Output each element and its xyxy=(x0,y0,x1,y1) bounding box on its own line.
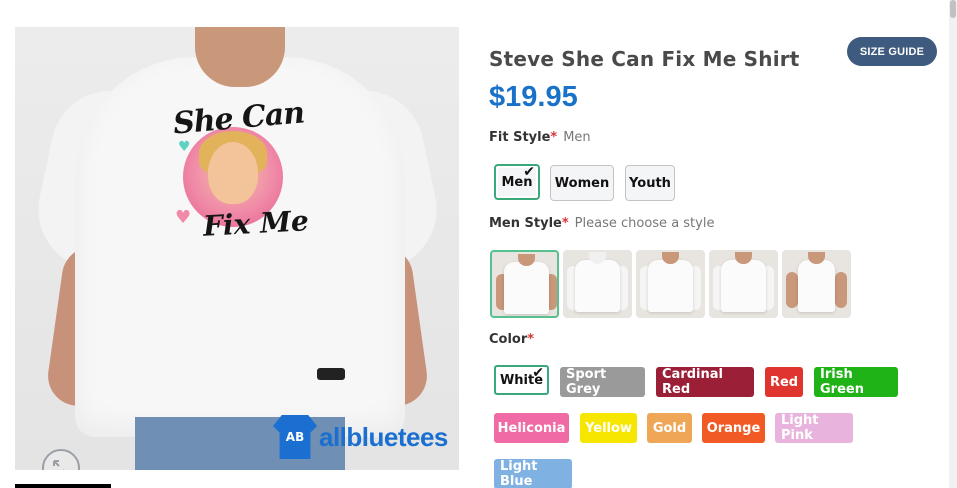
heart-icon: ♥ xyxy=(175,207,192,228)
thumbnail-indicator[interactable] xyxy=(15,484,111,488)
men-style-placeholder: Please choose a style xyxy=(574,216,715,231)
color-label-row: Color* xyxy=(489,332,534,347)
style-option-tshirt[interactable] xyxy=(490,250,559,318)
color-option-label: Sport Grey xyxy=(566,367,607,397)
scrollbar-thumb[interactable] xyxy=(950,0,956,18)
color-option-white[interactable]: White ✔ xyxy=(494,365,549,395)
print-text-bottom: Fix Me xyxy=(202,204,310,243)
color-label: Color xyxy=(489,332,528,347)
color-option-label: Gold xyxy=(652,420,687,436)
thumb-shirt xyxy=(798,260,835,312)
product-image[interactable]: ♥ ♥ She Can Fix Me AB allbluetees xyxy=(15,27,459,470)
style-option-hoodie[interactable] xyxy=(563,250,632,318)
required-mark: * xyxy=(550,130,558,145)
color-option-red[interactable]: Red xyxy=(765,367,803,397)
fit-option-label: Youth xyxy=(629,175,671,191)
color-option-label: Light Pink xyxy=(781,413,819,443)
thumb-shirt xyxy=(575,260,620,312)
color-option-label: Light Blue xyxy=(500,459,538,488)
page-scrollbar[interactable] xyxy=(949,0,957,488)
color-option-heliconia[interactable]: Heliconia xyxy=(494,413,569,443)
thumb-arm xyxy=(786,272,798,308)
color-option-label: Cardinal Red xyxy=(662,367,723,397)
fit-option-women[interactable]: Women xyxy=(550,165,614,201)
check-icon: ✔ xyxy=(523,164,535,180)
color-option-label: Irish Green xyxy=(820,367,864,397)
thumb-shirt xyxy=(504,262,549,314)
color-option-sport-grey[interactable]: Sport Grey xyxy=(560,367,645,397)
style-option-long-sleeve[interactable] xyxy=(709,250,778,318)
men-style-label-row: Men Style* Please choose a style xyxy=(489,216,714,231)
color-option-gold[interactable]: Gold xyxy=(647,413,692,443)
color-option-yellow[interactable]: Yellow xyxy=(580,413,637,443)
color-option-label: Heliconia xyxy=(497,420,566,436)
style-option-sweatshirt[interactable] xyxy=(636,250,705,318)
required-mark: * xyxy=(527,332,535,347)
color-option-orange[interactable]: Orange xyxy=(702,413,765,443)
color-option-label: Red xyxy=(769,374,799,390)
zoom-expand-icon-svg xyxy=(53,460,69,470)
fit-style-label: Fit Style xyxy=(489,130,551,145)
check-icon: ✔ xyxy=(532,365,544,381)
men-style-label: Men Style xyxy=(489,216,562,231)
fit-style-label-row: Fit Style* Men xyxy=(489,130,591,145)
heart-icon: ♥ xyxy=(178,139,191,155)
product-price: $19.95 xyxy=(489,81,578,113)
color-option-cardinal-red[interactable]: Cardinal Red xyxy=(656,367,754,397)
fit-style-selected-value: Men xyxy=(563,130,591,145)
wristwatch xyxy=(317,368,345,380)
color-option-label: Yellow xyxy=(585,420,632,436)
brand-logo-icon: AB xyxy=(273,415,317,459)
brand-watermark: AB allbluetees xyxy=(273,415,448,459)
product-title: Steve She Can Fix Me Shirt xyxy=(489,47,800,71)
fit-option-men[interactable]: Men ✔ xyxy=(494,164,540,200)
color-option-light-pink[interactable]: Light Pink xyxy=(775,413,853,443)
brand-watermark-text: allbluetees xyxy=(319,421,448,452)
thumb-shirt xyxy=(648,260,693,312)
thumb-arm xyxy=(835,272,847,308)
size-guide-button[interactable]: SIZE GUIDE xyxy=(847,37,937,66)
color-option-label: Orange xyxy=(706,420,761,436)
thumb-shirt xyxy=(721,260,766,312)
color-option-light-blue[interactable]: Light Blue xyxy=(494,459,572,488)
print-face xyxy=(208,142,258,204)
product-page: ♥ ♥ She Can Fix Me AB allbluetees SIZE G… xyxy=(0,0,957,488)
required-mark: * xyxy=(561,216,569,231)
fit-option-label: Women xyxy=(554,175,610,191)
fit-option-youth[interactable]: Youth xyxy=(625,165,675,201)
color-option-irish-green[interactable]: Irish Green xyxy=(814,367,898,397)
style-option-tank-top[interactable] xyxy=(782,250,851,318)
